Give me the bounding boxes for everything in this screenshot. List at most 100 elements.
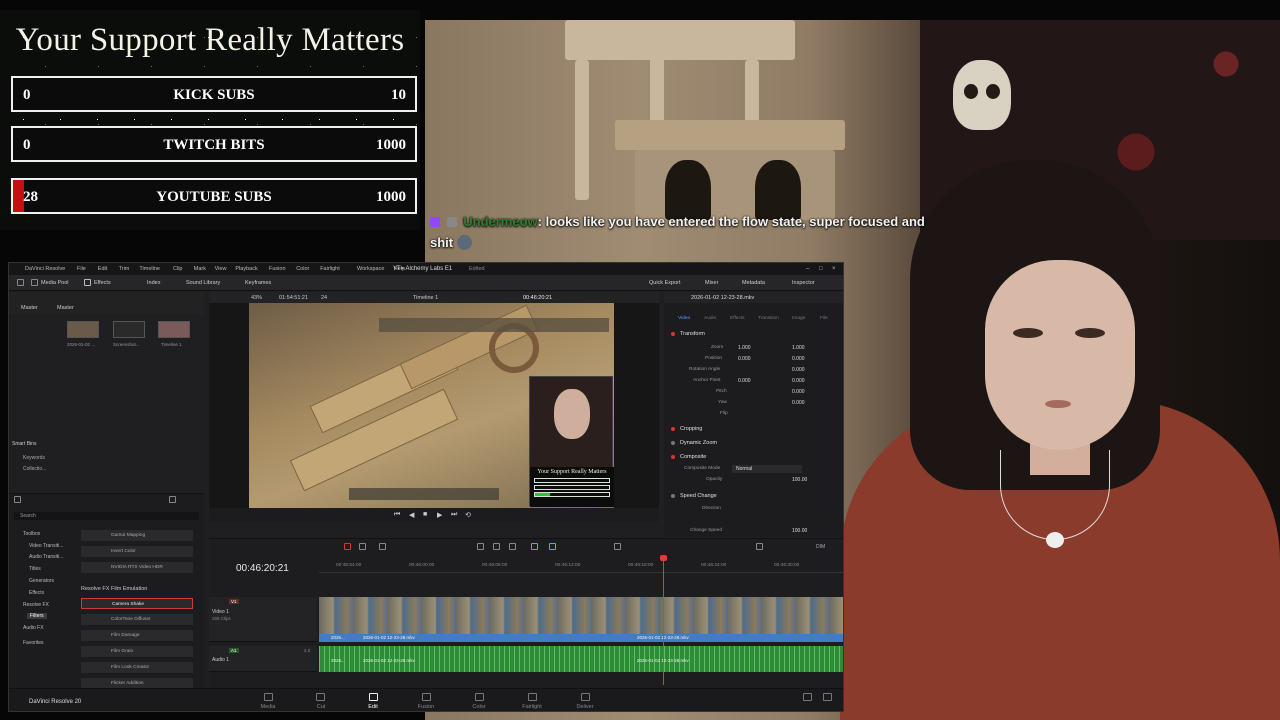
inspector-button[interactable]: Inspector bbox=[792, 280, 815, 286]
edit-page-icon[interactable] bbox=[369, 693, 378, 701]
lock-icon[interactable] bbox=[509, 543, 516, 550]
timeline-ruler[interactable]: 00:45:54:00 00:46:00:00 00:46:06:00 00:4… bbox=[319, 557, 843, 573]
section-speed-change[interactable]: Speed Change bbox=[680, 493, 717, 499]
section-transform[interactable]: Transform bbox=[680, 331, 705, 337]
effects-icon[interactable] bbox=[84, 279, 91, 286]
zoom-icon[interactable] bbox=[614, 543, 621, 550]
fx-category[interactable]: Audio Transiti... bbox=[29, 554, 63, 560]
speaker-icon[interactable] bbox=[756, 543, 763, 550]
audio-track-header[interactable]: A1 Audio 1 2.0 bbox=[209, 646, 317, 672]
fairlight-page-icon[interactable] bbox=[528, 693, 537, 701]
param-y[interactable]: 0.000 bbox=[792, 367, 805, 373]
param-x[interactable]: 1.000 bbox=[738, 345, 751, 351]
home-icon[interactable] bbox=[803, 693, 812, 701]
linked-selection-icon[interactable] bbox=[493, 543, 500, 550]
mixer-button[interactable]: Mixer bbox=[705, 280, 718, 286]
menu-item[interactable]: Mark bbox=[194, 266, 206, 272]
track-id[interactable]: V1 bbox=[229, 599, 239, 604]
page-edit[interactable]: Edit bbox=[358, 704, 388, 710]
composite-mode-dropdown[interactable]: Normal bbox=[732, 465, 802, 473]
menu-item[interactable]: Fairlight bbox=[320, 266, 340, 272]
page-fusion[interactable]: Fusion bbox=[411, 704, 441, 710]
section-dynamic-zoom[interactable]: Dynamic Zoom bbox=[680, 440, 717, 446]
page-color[interactable]: Color bbox=[464, 704, 494, 710]
blade-tool-icon[interactable] bbox=[379, 543, 386, 550]
edit-timeline[interactable]: DIM 00:46:20:21 00:45:54:00 00:46:00:00 … bbox=[209, 538, 843, 688]
panel-toggle-icon[interactable] bbox=[17, 279, 24, 286]
viewer-timeline-name[interactable]: Timeline 1 bbox=[413, 295, 438, 301]
keyframes-button[interactable]: Keyframes bbox=[245, 280, 271, 286]
media-pool-button[interactable]: Media Pool bbox=[41, 280, 69, 286]
change-speed-value[interactable]: 100.00 bbox=[792, 528, 807, 534]
fx-category[interactable]: Favorites bbox=[23, 640, 44, 646]
fx-category[interactable]: Effects bbox=[29, 590, 44, 596]
fx-category-selected[interactable]: Filters bbox=[27, 613, 47, 619]
fx-category[interactable]: Generators bbox=[29, 578, 54, 584]
timeline-viewer[interactable]: 43% 01:54:51:21 24 Timeline 1 00:46:20:2… bbox=[209, 292, 659, 522]
cut-page-icon[interactable] bbox=[316, 693, 325, 701]
effect-item[interactable]: Film Damage bbox=[81, 630, 193, 641]
param-y[interactable]: 0.000 bbox=[792, 378, 805, 384]
fx-category[interactable]: Audio FX bbox=[23, 625, 44, 631]
video-clip-bar[interactable]: 2026... 2026-01-02 12-23-28.mkv 2026-01-… bbox=[319, 634, 843, 642]
section-cropping[interactable]: Cropping bbox=[680, 426, 702, 432]
sound-library-button[interactable]: Sound Library bbox=[186, 280, 220, 286]
media-page-icon[interactable] bbox=[264, 693, 273, 701]
inspector-tab-audio[interactable]: Audio bbox=[704, 316, 716, 321]
effect-item[interactable]: NVIDIA RTX Video HDR bbox=[81, 562, 193, 573]
inspector-tab-video[interactable]: Video bbox=[678, 316, 690, 321]
deliver-page-icon[interactable] bbox=[581, 693, 590, 701]
audio-track[interactable]: 2026... 2026-01-02 12-23-28.mkv 2026-01-… bbox=[319, 646, 843, 672]
menu-item[interactable]: Color bbox=[296, 266, 309, 272]
page-deliver[interactable]: Deliver bbox=[570, 704, 600, 710]
param-y[interactable]: 0.000 bbox=[792, 389, 805, 395]
effect-item[interactable]: Film Look Creator bbox=[81, 662, 193, 673]
media-clip-thumbnail[interactable] bbox=[113, 321, 145, 338]
color-page-icon[interactable] bbox=[475, 693, 484, 701]
index-button[interactable]: Index bbox=[147, 280, 160, 286]
selection-tool-icon[interactable] bbox=[344, 543, 351, 550]
bin-collections[interactable]: Collectio... bbox=[23, 466, 46, 472]
close-icon[interactable]: × bbox=[832, 266, 838, 272]
param-y[interactable]: 0.000 bbox=[792, 356, 805, 362]
media-pool-icon[interactable] bbox=[31, 279, 38, 286]
section-composite[interactable]: Composite bbox=[680, 454, 706, 460]
flag-icon[interactable] bbox=[531, 543, 538, 550]
menu-item[interactable]: Fusion bbox=[269, 266, 286, 272]
davinci-resolve-window[interactable]: DaVinci Resolve File Edit Trim Timeline Clip… bbox=[8, 262, 844, 712]
inspector-tab-transition[interactable]: Transition bbox=[758, 316, 779, 321]
stop-icon[interactable]: ■ bbox=[423, 511, 427, 518]
marker-icon[interactable] bbox=[549, 543, 556, 550]
page-fairlight[interactable]: Fairlight bbox=[517, 704, 547, 710]
media-clip-thumbnail[interactable] bbox=[158, 321, 190, 338]
viewer-zoom[interactable]: 43% bbox=[251, 295, 262, 301]
opacity-value[interactable]: 100.00 bbox=[792, 477, 807, 483]
inspector-tab-image[interactable]: Image bbox=[792, 316, 805, 321]
effect-item[interactable]: Film Grain bbox=[81, 646, 193, 657]
inspector-tab-effects[interactable]: Effects bbox=[730, 316, 745, 321]
metadata-button[interactable]: Metadata bbox=[742, 280, 765, 286]
inspector-tab-file[interactable]: File bbox=[820, 316, 828, 321]
effects-button[interactable]: Effects bbox=[94, 280, 111, 286]
media-clip-thumbnail[interactable] bbox=[67, 321, 99, 338]
menu-item[interactable]: Clip bbox=[173, 266, 182, 272]
effect-item[interactable]: Invert Color bbox=[81, 546, 193, 557]
settings-icon[interactable] bbox=[823, 693, 832, 701]
menu-item[interactable]: Playback bbox=[235, 266, 257, 272]
param-y[interactable]: 1.000 bbox=[792, 345, 805, 351]
bin-keywords[interactable]: Keywords bbox=[23, 455, 45, 461]
param-x[interactable]: 0.000 bbox=[738, 356, 751, 362]
minimize-icon[interactable]: – bbox=[806, 266, 812, 272]
loop-icon[interactable]: ⟲ bbox=[465, 511, 471, 519]
play-icon[interactable]: ▶ bbox=[437, 511, 442, 519]
effect-item[interactable]: ColorTone Diffuser bbox=[81, 614, 193, 625]
track-id[interactable]: A1 bbox=[229, 648, 239, 653]
video-track-header[interactable]: V1 Video 1 269 Clips bbox=[209, 597, 317, 642]
go-to-end-icon[interactable]: ⏭ bbox=[451, 511, 457, 519]
fx-category[interactable]: Toolbox bbox=[23, 531, 40, 537]
menu-item[interactable]: File bbox=[77, 266, 86, 272]
fx-category[interactable]: Titles bbox=[29, 566, 41, 572]
bin-master[interactable]: Master bbox=[21, 305, 38, 311]
audio-dim-button[interactable]: DIM bbox=[816, 544, 825, 550]
playhead[interactable] bbox=[663, 557, 664, 685]
